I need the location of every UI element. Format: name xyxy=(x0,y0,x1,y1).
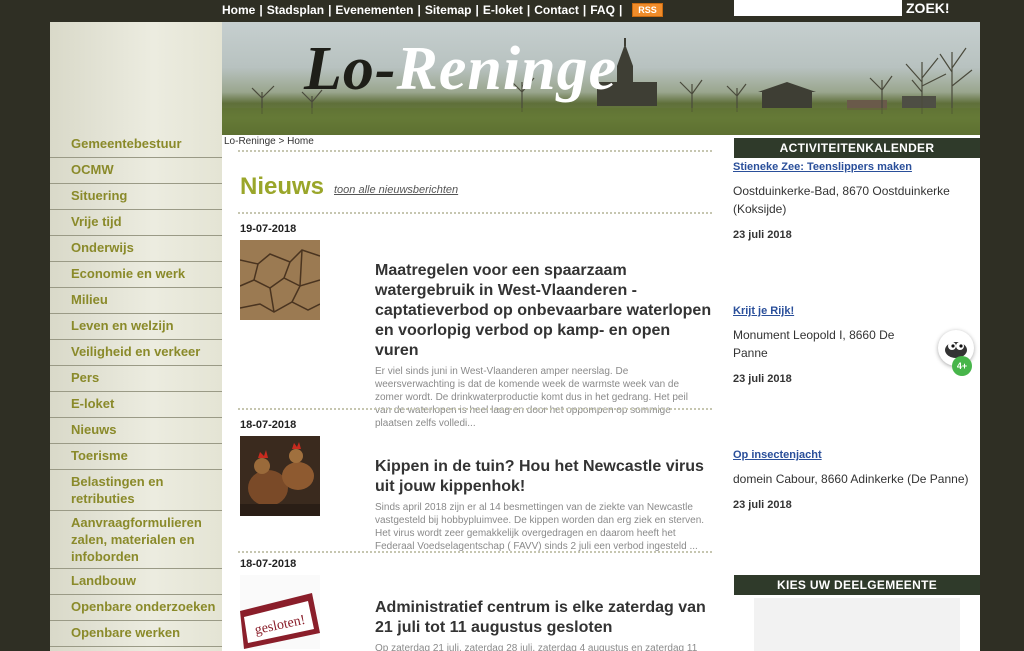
event-title-link[interactable]: Op insectenjacht xyxy=(733,446,978,464)
search-input[interactable] xyxy=(734,0,902,16)
sidebar-item-veiligheid[interactable]: Veiligheid en verkeer xyxy=(50,340,222,366)
chickens-image xyxy=(240,436,320,516)
news-title-link[interactable]: Administratief centrum is elke zaterdag … xyxy=(375,598,715,638)
event-date: 23 juli 2018 xyxy=(733,229,792,241)
sidebar-item-vrije-tijd[interactable]: Vrije tijd xyxy=(50,210,222,236)
news-summary: Sinds april 2018 zijn er al 14 besmettin… xyxy=(375,502,705,552)
topnav-faq-link[interactable]: FAQ xyxy=(590,3,615,17)
separator: | xyxy=(328,3,332,17)
topnav-sitemap-link[interactable]: Sitemap xyxy=(425,3,472,17)
news-item: 18-07-2018 Kippen in de tuin? Hou het Ne… xyxy=(240,419,712,552)
calendar-heading: ACTIVITEITENKALENDER xyxy=(734,138,980,158)
topnav-stadsplan-link[interactable]: Stadsplan xyxy=(267,3,324,17)
event-location: domein Cabour, 8660 Adinkerke (De Panne) xyxy=(733,472,969,486)
sidebar-item-belastingen[interactable]: Belastingen en retributies xyxy=(50,470,222,511)
separator: | xyxy=(582,3,587,17)
news-title-link[interactable]: Kippen in de tuin? Hou het Newcastle vir… xyxy=(375,457,715,497)
sidebar-item-onderwijs[interactable]: Onderwijs xyxy=(50,236,222,262)
divider xyxy=(238,150,712,152)
separator: | xyxy=(259,3,263,17)
sidebar-item-gemeentebestuur[interactable]: Gemeentebestuur xyxy=(50,132,222,158)
news-date: 18-07-2018 xyxy=(240,558,297,570)
sidebar-item-openbare-werken[interactable]: Openbare werken xyxy=(50,621,222,647)
closed-sign-image: gesloten! xyxy=(240,575,320,649)
event-title-link[interactable]: Stieneke Zee: Teenslippers maken xyxy=(733,158,978,176)
deelgemeente-heading: KIES UW DEELGEMEENTE xyxy=(734,575,980,595)
news-thumbnail-chickens[interactable] xyxy=(240,436,320,516)
news-title-link[interactable]: Maatregelen voor een spaarzaam watergebr… xyxy=(375,261,715,361)
sidebar-item-landbouw[interactable]: Landbouw xyxy=(50,569,222,595)
all-news-link[interactable]: toon alle nieuwsberichten xyxy=(334,184,458,196)
event-date: 23 juli 2018 xyxy=(733,499,792,511)
site-title[interactable]: Lo-Reninge xyxy=(304,34,617,105)
news-date: 18-07-2018 xyxy=(240,419,297,431)
page-container: Lo-Reninge Gemeentebestuur OCMW Situerin… xyxy=(50,22,980,651)
sidebar-item-milieu[interactable]: Milieu xyxy=(50,288,222,314)
sidebar-item-leven-welzijn[interactable]: Leven en welzijn xyxy=(50,314,222,340)
event-date: 23 juli 2018 xyxy=(733,373,792,385)
top-navigation: Home | Stadsplan | Evenementen | Sitemap | E… xyxy=(222,0,663,20)
news-date: 19-07-2018 xyxy=(240,223,297,235)
news-thumbnail-dry-soil[interactable] xyxy=(240,240,320,320)
divider xyxy=(238,551,712,553)
event-location: Monument Leopold I, 8660 De Panne xyxy=(733,328,895,360)
event-title-link[interactable]: Krijt je Rijk! xyxy=(733,302,978,320)
sidebar-item-openbare-onderzoeken[interactable]: Openbare onderzoeken xyxy=(50,595,222,621)
sidebar-item-aanvraagformulieren[interactable]: Aanvraagformulieren zalen, materialen en… xyxy=(50,511,222,569)
sidebar-item-nieuws[interactable]: Nieuws xyxy=(50,418,222,444)
calendar-event: Stieneke Zee: Teenslippers maken Oostdui… xyxy=(733,158,978,244)
news-item: 18-07-2018 gesloten! Administratief cent… xyxy=(240,558,712,651)
header-banner: Lo-Reninge xyxy=(222,22,980,135)
sidebar-item-ocmw[interactable]: OCMW xyxy=(50,158,222,184)
search-button[interactable]: ZOEK! xyxy=(906,0,950,18)
sidebar-item-economie[interactable]: Economie en werk xyxy=(50,262,222,288)
news-thumbnail-closed-sign[interactable]: gesloten! xyxy=(240,575,320,649)
separator: | xyxy=(417,3,421,17)
breadcrumb[interactable]: Lo-Reninge > Home xyxy=(224,136,314,147)
rss-button[interactable]: RSS xyxy=(632,3,663,17)
site-title-part2: Reninge xyxy=(396,35,618,103)
separator: | xyxy=(526,3,531,17)
topnav-eloket-link[interactable]: E-loket xyxy=(483,3,523,17)
news-summary: Op zaterdag 21 juli, zaterdag 28 juli, z… xyxy=(375,643,698,651)
event-location: Oostduinkerke-Bad, 8670 Oostduinkerke (K… xyxy=(733,184,950,216)
topnav-home-link[interactable]: Home xyxy=(222,3,255,17)
topnav-evenementen-link[interactable]: Evenementen xyxy=(335,3,413,17)
sidebar-item-eloket[interactable]: E-loket xyxy=(50,392,222,418)
calendar-event: Op insectenjacht domein Cabour, 8660 Adi… xyxy=(733,446,978,514)
deelgemeente-map[interactable] xyxy=(754,598,960,651)
separator: | xyxy=(618,3,623,17)
sidebar-nav: Gemeentebestuur OCMW Situering Vrije tij… xyxy=(50,132,222,647)
divider xyxy=(238,408,712,410)
site-title-part1: Lo- xyxy=(304,35,397,103)
sidebar-item-pers[interactable]: Pers xyxy=(50,366,222,392)
sidebar-item-toerisme[interactable]: Toerisme xyxy=(50,444,222,470)
topnav-contact-link[interactable]: Contact xyxy=(534,3,579,17)
news-heading: Nieuws xyxy=(240,173,325,200)
news-item: 19-07-2018 Maatregelen voor een spaarzaa… xyxy=(240,223,712,429)
separator: | xyxy=(475,3,479,17)
dry-soil-image xyxy=(240,240,320,320)
divider xyxy=(238,212,712,214)
badge-count: 4+ xyxy=(952,356,972,376)
sidebar-item-situering[interactable]: Situering xyxy=(50,184,222,210)
